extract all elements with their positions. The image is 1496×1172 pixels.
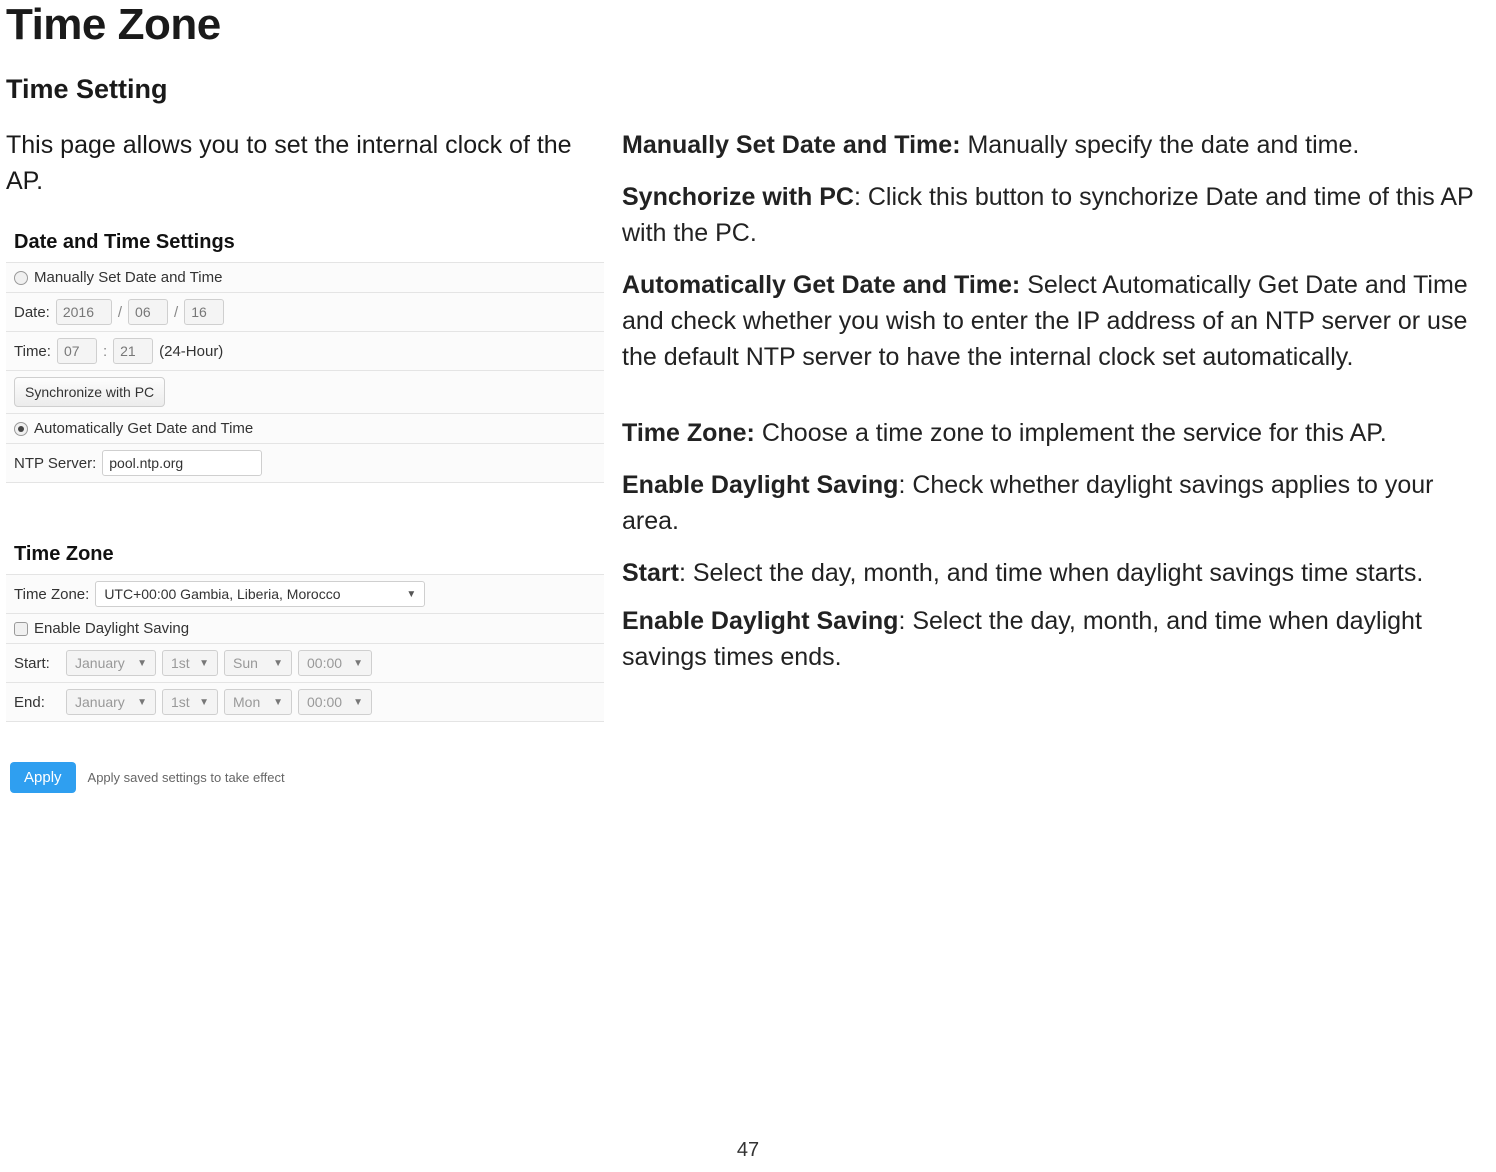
desc-end-b: Enable Daylight Saving — [622, 607, 898, 635]
caret-icon: ▼ — [137, 697, 147, 708]
auto-radio[interactable] — [14, 422, 28, 436]
desc-dls: Enable Daylight Saving: Check whether da… — [622, 467, 1486, 539]
caret-icon: ▼ — [353, 697, 363, 708]
start-time-value: 00:00 — [307, 655, 342, 671]
desc-tz-t: Choose a time zone to implement the serv… — [762, 419, 1387, 447]
hour-input[interactable] — [57, 338, 97, 364]
caret-icon: ▼ — [199, 697, 209, 708]
minute-input[interactable] — [113, 338, 153, 364]
timezone-heading: Time Zone — [6, 529, 604, 574]
hour-note: (24-Hour) — [159, 343, 223, 360]
tz-label: Time Zone: — [14, 586, 89, 603]
start-time-select[interactable]: 00:00 ▼ — [298, 650, 372, 676]
caret-icon: ▼ — [273, 697, 283, 708]
dls-label: Enable Daylight Saving — [34, 620, 189, 637]
day-input[interactable] — [184, 299, 224, 325]
desc-manual: Manually Set Date and Time: Manually spe… — [622, 127, 1486, 163]
dls-checkbox[interactable] — [14, 622, 28, 636]
end-month-value: January — [75, 694, 125, 710]
end-month-select[interactable]: January ▼ — [66, 689, 156, 715]
section-subtitle: Time Setting — [6, 74, 1486, 105]
desc-dls-b: Enable Daylight Saving — [622, 471, 898, 499]
desc-manual-b: Manually Set Date and Time: — [622, 131, 967, 159]
end-week-select[interactable]: 1st ▼ — [162, 689, 218, 715]
sync-pc-button[interactable]: Synchronize with PC — [14, 377, 165, 407]
end-day-value: Mon — [233, 694, 260, 710]
desc-auto-b: Automatically Get Date and Time: — [622, 271, 1027, 299]
ntp-input[interactable] — [102, 450, 262, 476]
start-day-value: Sun — [233, 655, 258, 671]
desc-manual-t: Manually specify the date and time. — [967, 131, 1359, 159]
desc-auto: Automatically Get Date and Time: Select … — [622, 267, 1486, 375]
auto-radio-label: Automatically Get Date and Time — [34, 420, 253, 437]
caret-icon: ▼ — [273, 658, 283, 669]
start-day-select[interactable]: Sun ▼ — [224, 650, 292, 676]
start-week-select[interactable]: 1st ▼ — [162, 650, 218, 676]
month-input[interactable] — [128, 299, 168, 325]
desc-tz-b: Time Zone: — [622, 419, 762, 447]
end-time-value: 00:00 — [307, 694, 342, 710]
caret-icon: ▼ — [353, 658, 363, 669]
desc-end: Enable Daylight Saving: Select the day, … — [622, 603, 1486, 675]
tz-select-value: UTC+00:00 Gambia, Liberia, Morocco — [104, 586, 340, 602]
colon: : — [103, 343, 107, 360]
manual-radio[interactable] — [14, 271, 28, 285]
page-title: Time Zone — [6, 0, 1486, 50]
end-day-select[interactable]: Mon ▼ — [224, 689, 292, 715]
end-label: End: — [14, 694, 60, 711]
desc-start: Start: Select the day, month, and time w… — [622, 555, 1486, 591]
end-time-select[interactable]: 00:00 ▼ — [298, 689, 372, 715]
time-label: Time: — [14, 343, 51, 360]
manual-radio-label: Manually Set Date and Time — [34, 269, 222, 286]
desc-start-t: : Select the day, month, and time when d… — [679, 559, 1423, 587]
date-label: Date: — [14, 304, 50, 321]
end-week-value: 1st — [171, 694, 190, 710]
caret-icon: ▼ — [137, 658, 147, 669]
slash-1: / — [118, 304, 122, 321]
caret-icon: ▼ — [406, 589, 416, 600]
ntp-label: NTP Server: — [14, 455, 96, 472]
desc-tz: Time Zone: Choose a time zone to impleme… — [622, 415, 1486, 451]
start-month-select[interactable]: January ▼ — [66, 650, 156, 676]
caret-icon: ▼ — [199, 658, 209, 669]
start-month-value: January — [75, 655, 125, 671]
page-number: 47 — [0, 1139, 1496, 1162]
intro-text: This page allows you to set the internal… — [6, 127, 604, 199]
datetime-heading: Date and Time Settings — [6, 217, 604, 262]
start-label: Start: — [14, 655, 60, 672]
slash-2: / — [174, 304, 178, 321]
start-week-value: 1st — [171, 655, 190, 671]
apply-button[interactable]: Apply — [10, 762, 76, 793]
desc-sync-b: Synchorize with PC — [622, 183, 854, 211]
apply-note: Apply saved settings to take effect — [88, 770, 285, 785]
tz-select[interactable]: UTC+00:00 Gambia, Liberia, Morocco ▼ — [95, 581, 425, 607]
year-input[interactable] — [56, 299, 112, 325]
desc-sync: Synchorize with PC: Click this button to… — [622, 179, 1486, 251]
desc-start-b: Start — [622, 559, 679, 587]
